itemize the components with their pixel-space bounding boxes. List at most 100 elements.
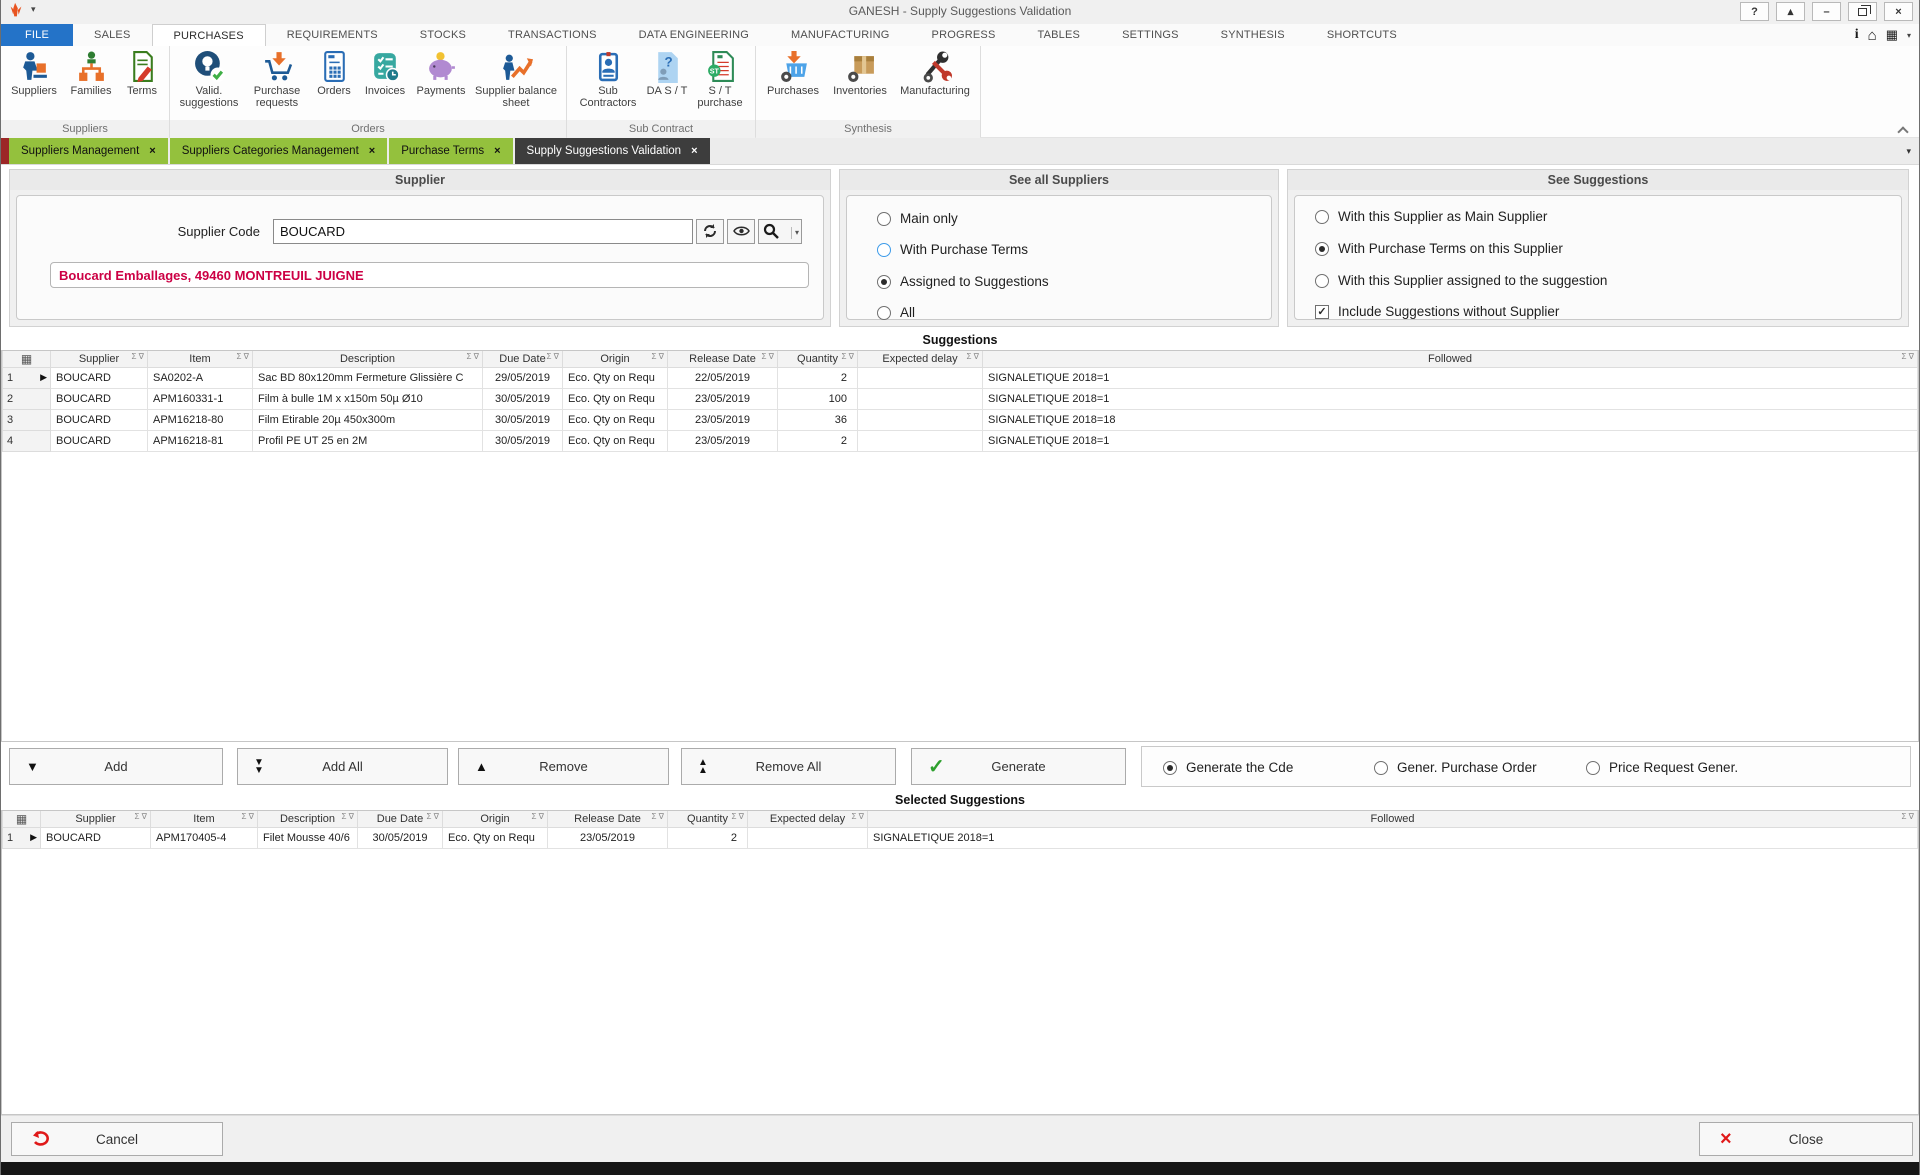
- filter-icon: ∇: [859, 812, 864, 821]
- tab-data-engineering[interactable]: DATA ENGINEERING: [618, 24, 770, 46]
- col-origin: OriginΣ ∇: [443, 811, 548, 827]
- ribbon-supplier-balance-button[interactable]: Supplier balance sheet: [470, 48, 562, 120]
- add-all-button[interactable]: ▼▼ Add All: [237, 748, 448, 785]
- tab-shortcuts[interactable]: SHORTCUTS: [1306, 24, 1418, 46]
- close-tab-icon[interactable]: ×: [149, 145, 155, 157]
- ribbon-inventories-button[interactable]: Inventories: [826, 48, 894, 120]
- tab-sales[interactable]: SALES: [73, 24, 151, 46]
- filter-icon: ∇: [769, 352, 774, 361]
- search-button[interactable]: ▾: [758, 219, 802, 244]
- tab-manufacturing[interactable]: MANUFACTURING: [770, 24, 911, 46]
- cancel-button[interactable]: Cancel: [11, 1122, 223, 1156]
- table-row[interactable]: 1▶ BOUCARD SA0202-A Sac BD 80x120mm Ferm…: [3, 367, 1918, 388]
- close-tab-icon[interactable]: ×: [691, 145, 697, 157]
- radio-main-supplier[interactable]: With this Supplier as Main Supplier: [1315, 209, 1547, 224]
- tab-progress[interactable]: PROGRESS: [911, 24, 1017, 46]
- radio-generate-the-cde[interactable]: Generate the Cde: [1163, 760, 1293, 775]
- ribbon-valid-suggestions-button[interactable]: Valid. suggestions: [174, 48, 244, 120]
- calculator-dropdown-icon[interactable]: ▾: [1907, 31, 1911, 40]
- da-st-icon: ?: [651, 50, 684, 83]
- ribbon-families-button[interactable]: Families: [63, 48, 119, 120]
- pin-ribbon-button[interactable]: ▴: [1776, 2, 1805, 21]
- filter-icon: ∇: [142, 812, 147, 821]
- info-icon[interactable]: i: [1855, 27, 1859, 43]
- sum-icon: Σ: [1901, 812, 1906, 821]
- radio-selected-icon: [1315, 242, 1329, 256]
- preview-button[interactable]: [727, 219, 755, 244]
- tab-file[interactable]: FILE: [1, 24, 73, 46]
- radio-all[interactable]: All: [877, 305, 915, 320]
- ribbon-invoices-button[interactable]: Invoices: [358, 48, 412, 120]
- ribbon-st-purchase-button[interactable]: ST S / T purchase: [689, 48, 751, 120]
- help-button[interactable]: ?: [1740, 2, 1769, 21]
- radio-main-only[interactable]: Main only: [877, 211, 958, 226]
- remove-button[interactable]: ▲ Remove: [458, 748, 669, 785]
- doc-tab-suppliers-management[interactable]: Suppliers Management ×: [9, 138, 168, 164]
- calculator-icon[interactable]: ▦: [1886, 27, 1898, 43]
- grid-corner-icon: ▦: [21, 352, 32, 366]
- close-tab-icon[interactable]: ×: [369, 145, 375, 157]
- restore-button[interactable]: [1848, 2, 1877, 21]
- tab-tables[interactable]: TABLES: [1016, 24, 1101, 46]
- supplier-panel-title: Supplier: [10, 170, 830, 190]
- checkbox-include-suggestions-without-supplier[interactable]: ✓ Include Suggestions without Supplier: [1315, 304, 1559, 319]
- filter-icon: ∇: [434, 812, 439, 821]
- ribbon-group-sub-contract: Sub Contractors ? DA S / T ST: [567, 46, 756, 137]
- ribbon-sub-contractors-button[interactable]: Sub Contractors: [571, 48, 645, 120]
- doc-tab-suppliers-categories[interactable]: Suppliers Categories Management ×: [170, 138, 388, 164]
- table-row[interactable]: 1▶ BOUCARD APM170405-4 Filet Mousse 40/6…: [3, 827, 1918, 848]
- ribbon-orders-button[interactable]: Orders: [310, 48, 358, 120]
- ribbon-collapse-icon[interactable]: [1899, 125, 1907, 133]
- doc-tab-purchase-terms[interactable]: Purchase Terms ×: [389, 138, 512, 164]
- radio-assigned-to-suggestions[interactable]: Assigned to Suggestions: [877, 274, 1049, 289]
- ribbon-da-st-button[interactable]: ? DA S / T: [645, 48, 689, 120]
- search-dropdown-icon[interactable]: ▾: [791, 227, 799, 239]
- ribbon-purchases-button[interactable]: Purchases: [760, 48, 826, 120]
- close-tab-icon[interactable]: ×: [494, 145, 500, 157]
- tab-synthesis[interactable]: SYNTHESIS: [1200, 24, 1306, 46]
- double-arrow-down-icon: ▼▼: [254, 759, 264, 775]
- suggestions-grid[interactable]: ▦ SupplierΣ ∇ ItemΣ ∇ DescriptionΣ ∇ Due…: [1, 350, 1919, 742]
- table-row[interactable]: 2 BOUCARD APM160331-1 Film à bulle 1M x …: [3, 388, 1918, 409]
- remove-all-button[interactable]: ▲▲ Remove All: [681, 748, 896, 785]
- radio-supplier-assigned-to-suggestion[interactable]: With this Supplier assigned to the sugge…: [1315, 273, 1607, 288]
- generate-button[interactable]: ✓ Generate: [911, 748, 1126, 785]
- radio-purchase-terms-on-supplier[interactable]: With Purchase Terms on this Supplier: [1315, 241, 1563, 256]
- sum-icon: Σ: [241, 812, 246, 821]
- tab-transactions[interactable]: TRANSACTIONS: [487, 24, 618, 46]
- purchase-requests-icon: [261, 50, 294, 83]
- filter-icon: ∇: [349, 812, 354, 821]
- tab-purchases[interactable]: PURCHASES: [152, 24, 266, 46]
- supplier-code-input[interactable]: [273, 219, 693, 244]
- add-button[interactable]: ▼ Add: [9, 748, 223, 785]
- tab-list-dropdown-icon[interactable]: ▾: [1906, 146, 1911, 157]
- radio-price-request-gener[interactable]: Price Request Gener.: [1586, 760, 1738, 775]
- close-window-button[interactable]: ×: [1884, 2, 1913, 21]
- ribbon-manufacturing-button[interactable]: Manufacturing: [894, 48, 976, 120]
- radio-with-purchase-terms[interactable]: With Purchase Terms: [877, 242, 1028, 257]
- filter-icon: ∇: [249, 812, 254, 821]
- selected-suggestions-grid[interactable]: ▦ SupplierΣ ∇ ItemΣ ∇ DescriptionΣ ∇ Due…: [1, 810, 1919, 1115]
- ribbon-group-label-sub-contract: Sub Contract: [567, 120, 755, 138]
- col-due-date: Due DateΣ ∇: [483, 351, 563, 367]
- col-description: DescriptionΣ ∇: [253, 351, 483, 367]
- tab-settings[interactable]: SETTINGS: [1101, 24, 1200, 46]
- table-row[interactable]: 3 BOUCARD APM16218-80 Film Etirable 20µ …: [3, 409, 1918, 430]
- radio-selected-icon: [877, 275, 891, 289]
- tab-requirements[interactable]: REQUIREMENTS: [266, 24, 399, 46]
- col-expected-delay: Expected delayΣ ∇: [748, 811, 868, 827]
- minimize-button[interactable]: –: [1812, 2, 1841, 21]
- radio-gener-purchase-order[interactable]: Gener. Purchase Order: [1374, 760, 1537, 775]
- doc-tab-supply-suggestions-validation[interactable]: Supply Suggestions Validation ×: [515, 138, 710, 164]
- table-row[interactable]: 4 BOUCARD APM16218-81 Profil PE UT 25 en…: [3, 430, 1918, 451]
- tab-stocks[interactable]: STOCKS: [399, 24, 487, 46]
- ribbon-payments-button[interactable]: Payments: [412, 48, 470, 120]
- orders-icon: [318, 50, 351, 83]
- sum-icon: Σ: [651, 352, 656, 361]
- ribbon-purchase-requests-button[interactable]: Purchase requests: [244, 48, 310, 120]
- ribbon-terms-button[interactable]: Terms: [119, 48, 165, 120]
- refresh-button[interactable]: [696, 219, 724, 244]
- home-icon[interactable]: ⌂: [1868, 27, 1877, 44]
- close-button[interactable]: × Close: [1699, 1122, 1913, 1156]
- ribbon-suppliers-button[interactable]: Suppliers: [5, 48, 63, 120]
